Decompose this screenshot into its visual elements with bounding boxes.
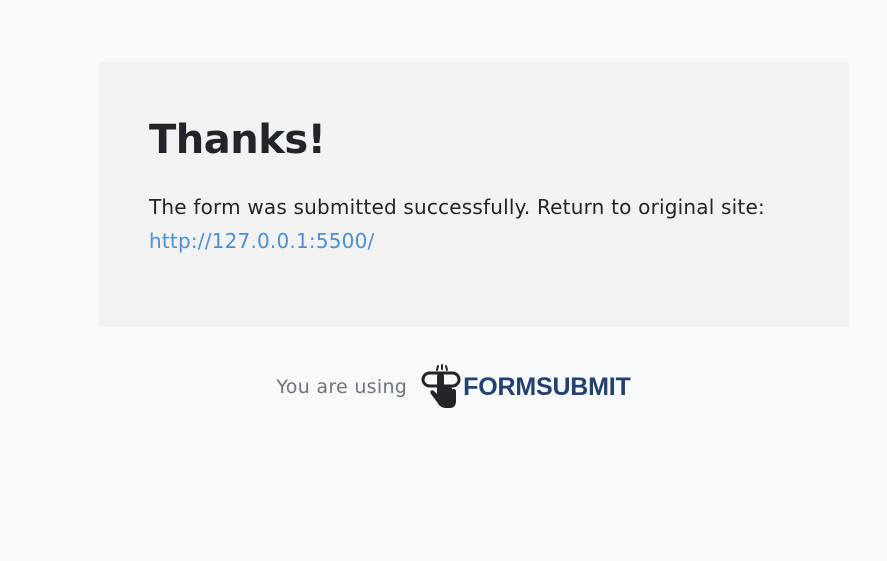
hand-click-icon (421, 364, 461, 410)
footer-text: You are using (276, 376, 408, 398)
brand-name: FORMSUBMIT (463, 372, 631, 401)
page-title: Thanks! (149, 117, 326, 163)
footer: You are using FORMSUBMIT (0, 362, 887, 412)
return-link[interactable]: http://127.0.0.1:5500/ (149, 229, 374, 253)
thanks-card: Thanks! The form was submitted successfu… (99, 62, 849, 327)
formsubmit-logo[interactable]: FORMSUBMIT (421, 364, 631, 410)
success-message: The form was submitted successfully. Ret… (149, 190, 799, 258)
success-message-text: The form was submitted successfully. Ret… (149, 195, 765, 219)
